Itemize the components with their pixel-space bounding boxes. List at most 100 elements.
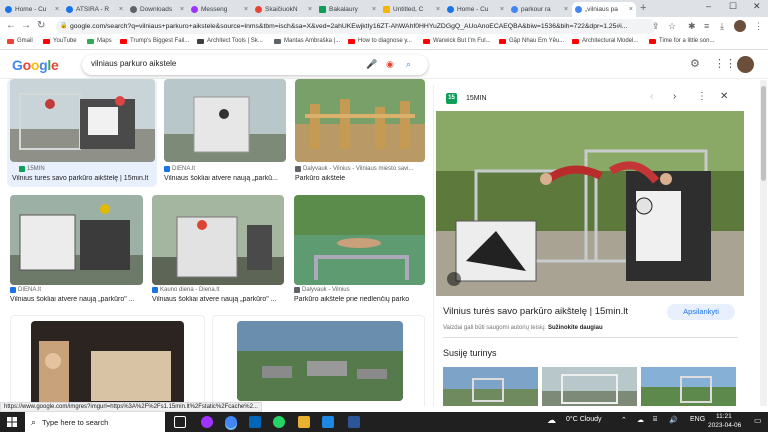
bookmark-item[interactable]: Warwick But I'm Ful... <box>423 38 491 44</box>
file-explorer-icon[interactable] <box>298 416 310 428</box>
tab-close-icon[interactable]: × <box>372 6 376 13</box>
tab-close-icon[interactable]: × <box>119 6 123 13</box>
result-card[interactable]: DIENA.lt Vilniaus šokliai atverė naują „… <box>10 195 143 307</box>
bookmark-item[interactable]: Trump's Biggest Fail... <box>120 38 189 44</box>
result-title[interactable]: Vilniaus šokliai atverė naują „parkūro" … <box>10 296 150 303</box>
result-title[interactable]: Vilnius turės savo parkūro aikštelę | 15… <box>12 175 160 182</box>
result-card[interactable]: DIENA.lt Vilniaus šokliai atverė naują „… <box>164 79 288 187</box>
result-thumbnail[interactable] <box>31 321 184 406</box>
result-card-selected[interactable]: 15MIN Vilnius turės savo parkūro aikštel… <box>7 79 157 187</box>
browser-tab[interactable]: parkour ra × <box>508 2 571 17</box>
lens-camera-icon[interactable]: ◉ <box>386 59 394 70</box>
clock-date[interactable]: 2023-04-06 <box>708 422 741 429</box>
browser-tab[interactable]: SkaičiuokN × <box>252 2 315 17</box>
volume-icon[interactable]: 🔊 <box>669 416 678 424</box>
back-icon[interactable]: ← <box>6 20 16 31</box>
app-icon[interactable] <box>348 416 360 428</box>
bookmark-item[interactable]: Time for a little son... <box>649 38 714 44</box>
tray-expand-icon[interactable]: ⌃ <box>621 416 627 424</box>
app-icon[interactable] <box>322 416 334 428</box>
cortana-icon[interactable]: ◯ <box>132 415 144 427</box>
tab-close-icon[interactable]: × <box>180 6 184 13</box>
taskbar-search[interactable]: ⌕ Type here to search <box>25 412 165 432</box>
result-card[interactable]: Dalyvauk - Vilnius - Vilniaus miesto sav… <box>295 79 425 187</box>
browser-tab[interactable]: ATSIRA - R × <box>63 2 126 17</box>
result-thumbnail[interactable] <box>10 195 143 285</box>
browser-tab-active[interactable]: „vilniaus pa × <box>572 2 636 17</box>
scrollbar[interactable] <box>760 80 767 406</box>
tab-close-icon[interactable]: × <box>436 6 440 13</box>
menu-dots-icon[interactable]: ⋮ <box>754 21 763 32</box>
learn-more-link[interactable]: Sužinokite daugiau <box>548 325 603 331</box>
settings-gear-icon[interactable]: ⚙ <box>690 57 700 70</box>
task-view-icon[interactable] <box>174 416 186 428</box>
result-thumbnail[interactable] <box>294 195 425 285</box>
windows-start-icon[interactable] <box>7 417 17 427</box>
result-thumbnail[interactable] <box>237 321 403 401</box>
related-thumbnail[interactable] <box>641 367 736 406</box>
bookmark-maps[interactable]: Maps <box>87 38 112 44</box>
language-indicator[interactable]: ENG <box>690 416 705 423</box>
tab-close-icon[interactable]: × <box>244 6 248 13</box>
result-thumbnail[interactable] <box>10 79 155 162</box>
network-icon[interactable]: ⌸ <box>653 416 657 424</box>
download-icon[interactable]: ⤓ <box>720 21 724 32</box>
preview-image[interactable] <box>436 111 744 296</box>
profile-avatar[interactable] <box>734 20 746 32</box>
result-thumbnail[interactable] <box>164 79 286 162</box>
minimize-button[interactable]: – <box>706 1 711 11</box>
tab-close-icon[interactable]: × <box>55 6 59 13</box>
microphone-icon[interactable]: 🎤 <box>366 59 377 70</box>
extensions-icon[interactable]: ✱ <box>688 21 696 32</box>
related-thumbnail[interactable] <box>443 367 538 406</box>
search-input[interactable] <box>91 59 351 68</box>
browser-tab[interactable]: Bakalaury × <box>316 2 379 17</box>
browser-tab[interactable]: Untitled, C × <box>380 2 443 17</box>
panel-source[interactable]: 15MIN <box>466 95 487 102</box>
clock-time[interactable]: 11:21 <box>716 413 732 420</box>
browser-tab[interactable]: Home - Cu × <box>444 2 507 17</box>
notifications-icon[interactable]: ▭ <box>754 416 762 425</box>
result-card[interactable]: Kauno diena - Diena.lt Vilniaus šokliai … <box>152 195 284 307</box>
browser-tab[interactable]: Home - Cu × <box>2 2 62 17</box>
tab-close-icon[interactable]: × <box>629 6 633 13</box>
search-icon[interactable]: ⌕ <box>406 59 411 70</box>
account-avatar[interactable] <box>737 56 754 73</box>
result-title[interactable]: Vilniaus šokliai atverė naują „parkū... <box>164 175 288 182</box>
forward-icon[interactable]: → <box>21 20 31 31</box>
bookmark-star-icon[interactable]: ☆ <box>668 21 676 32</box>
chrome-icon[interactable] <box>225 416 237 428</box>
bookmark-item[interactable]: Architectural Model... <box>572 38 638 44</box>
bookmark-item[interactable]: How to diagnose y... <box>348 38 412 44</box>
result-card[interactable] <box>10 315 205 406</box>
onedrive-icon[interactable]: ☁ <box>637 416 644 424</box>
weather-cloud-icon[interactable]: ☁ <box>547 415 556 426</box>
reload-icon[interactable]: ↻ <box>37 20 45 31</box>
panel-title[interactable]: Vilnius turės savo parkūro aikštelę | 15… <box>443 306 628 317</box>
result-thumbnail[interactable] <box>295 79 425 162</box>
new-tab-button[interactable]: + <box>640 2 646 14</box>
result-title[interactable]: Vilniaus šokliai atverė naują „parkūro" … <box>152 296 292 303</box>
visit-button[interactable]: Apsilankyti <box>667 304 735 320</box>
bookmark-item[interactable]: Mantas Ambraška |... <box>274 38 340 44</box>
weather-text[interactable]: 0°C Cloudy <box>566 416 601 423</box>
result-title[interactable]: Parkūro aikštelė <box>295 175 425 182</box>
next-arrow-icon[interactable]: › <box>673 91 676 102</box>
address-bar[interactable]: 🔒 google.com/search?q=vilniaus+parkuro+a… <box>56 19 656 34</box>
close-panel-icon[interactable]: ✕ <box>720 91 728 102</box>
tab-close-icon[interactable]: × <box>564 6 568 13</box>
bookmark-gmail[interactable]: Gmail <box>7 38 33 44</box>
browser-tab[interactable]: Downloads × <box>127 2 187 17</box>
whatsapp-icon[interactable] <box>273 416 285 428</box>
maximize-button[interactable]: ☐ <box>729 1 737 12</box>
scrollbar-thumb[interactable] <box>761 86 766 181</box>
bookmark-item[interactable]: Gặp Nhau Em Yêu... <box>499 38 564 44</box>
tab-close-icon[interactable]: × <box>308 6 312 13</box>
prev-arrow-icon[interactable]: ‹ <box>650 91 653 102</box>
apps-grid-icon[interactable]: ⋮⋮ <box>714 57 736 70</box>
close-window-button[interactable]: ✕ <box>753 1 761 12</box>
more-options-icon[interactable]: ⋮ <box>697 91 707 102</box>
windows-security-icon[interactable] <box>249 416 261 428</box>
messenger-icon[interactable] <box>201 416 213 428</box>
result-title[interactable]: Parkūro aikštelė prie riedlenčių parko <box>294 296 429 303</box>
